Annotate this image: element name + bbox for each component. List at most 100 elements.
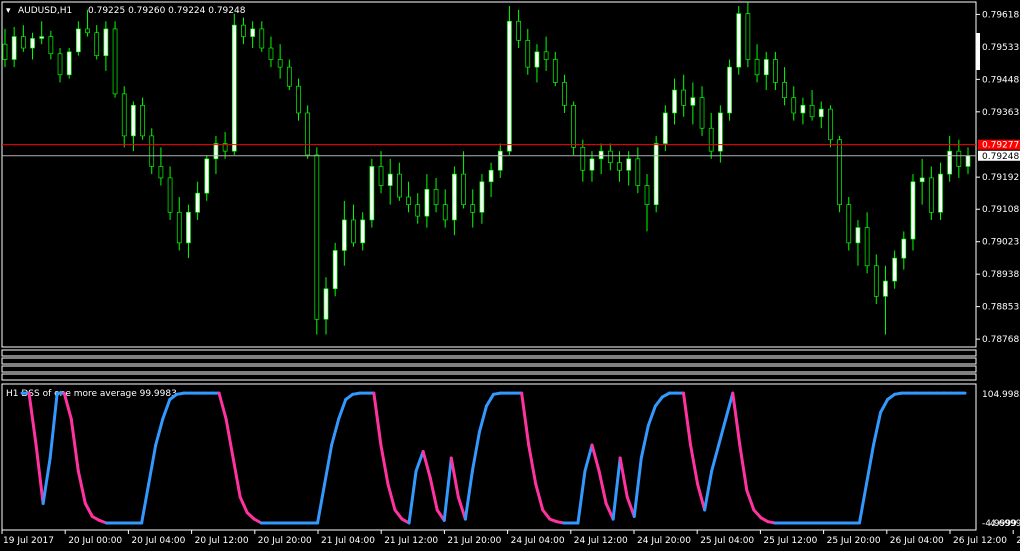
trading-chart[interactable]: ▾ AUDUSD,H1 0.79225 0.79260 0.79224 0.79…: [0, 0, 1020, 551]
time-tick-label: 26 Jul 20:00: [1016, 536, 1020, 546]
candle-body: [782, 82, 787, 99]
dss-segment: [527, 443, 538, 486]
collapsed-subwindow-2[interactable]: [1, 357, 977, 365]
candle-body: [736, 13, 742, 68]
dss-subwindow-frame[interactable]: [1, 383, 977, 531]
candle-body: [846, 204, 852, 244]
candle-body: [103, 28, 109, 57]
dss-axis-mid: 4.6999: [990, 519, 1020, 529]
candle-body: [956, 150, 962, 167]
candle-body: [571, 104, 576, 148]
candle-body: [461, 173, 466, 206]
dss-segment: [632, 456, 643, 518]
candle-body: [800, 104, 806, 114]
dss-segment: [140, 482, 151, 525]
dss-segment: [69, 417, 80, 473]
candle-body: [176, 211, 182, 244]
collapsed-subwindow-3[interactable]: [1, 365, 977, 373]
candle-body: [167, 177, 173, 213]
collapsed-subwindow-4[interactable]: [1, 373, 977, 381]
candle-body: [864, 227, 870, 267]
candle-body: [727, 66, 732, 114]
dss-segment: [541, 508, 552, 521]
time-axis[interactable]: 19 Jul 2017 20 Jul 00:00 20 Jul 04:00 20 Ju…: [1, 530, 1020, 546]
price-tick-label: 0.79108: [982, 205, 1019, 215]
candle-body: [39, 36, 45, 39]
header-arrow-icon[interactable]: ▾: [6, 6, 11, 16]
dss-segment: [689, 443, 700, 486]
candle-body: [580, 146, 586, 171]
time-tick-label: 25 Jul 12:00: [763, 536, 817, 546]
time-tick-label: 20 Jul 20:00: [258, 536, 312, 546]
candle-body: [433, 189, 439, 206]
dss-segment: [337, 398, 348, 421]
candle-body: [48, 36, 54, 55]
candle-body: [543, 51, 549, 60]
candle-body: [552, 59, 558, 83]
dss-segment: [653, 395, 664, 408]
candle-body: [241, 24, 246, 37]
candle-body: [598, 150, 604, 160]
candle-body: [76, 28, 81, 53]
price-tick-label: 0.79023: [982, 238, 1019, 248]
candle-body: [204, 158, 210, 194]
collapsed-subwindow-1[interactable]: [1, 349, 977, 357]
time-tick-label: 20 Jul 12:00: [195, 536, 249, 546]
dss-segment: [618, 456, 629, 499]
dss-segment: [449, 456, 460, 499]
time-tick-label: 21 Jul 04:00: [321, 536, 375, 546]
candle-body: [250, 28, 255, 37]
dss-segment: [857, 482, 868, 525]
candle-body: [195, 192, 200, 213]
candle-body: [479, 181, 485, 213]
candle-body: [828, 108, 833, 141]
candle-body: [360, 219, 366, 244]
candle-body: [681, 89, 687, 106]
candle-body: [121, 93, 127, 137]
price-tick-label: 0.79192: [982, 173, 1019, 183]
dss-segment: [470, 430, 481, 473]
candle-body: [763, 59, 769, 76]
dss-segment: [745, 489, 756, 512]
candle-body: [754, 59, 760, 76]
candle-body: [837, 139, 842, 206]
dss-segment: [421, 450, 432, 479]
candle-body: [149, 135, 155, 167]
price-tick-label: 0.78938: [982, 270, 1019, 280]
price-tick-label: 0.78853: [982, 303, 1019, 313]
dss-segment: [442, 456, 453, 522]
candle-body: [470, 204, 476, 213]
price-axis[interactable]: 0.79618 0.79533 0.79448 0.79363 0.79192 0.791…: [976, 10, 1019, 345]
dss-segment: [752, 508, 763, 520]
candle-body: [314, 154, 320, 320]
dss-segment: [34, 443, 45, 505]
candle-body: [965, 155, 971, 167]
candle-body: [488, 169, 494, 183]
time-tick-label: 24 Jul 20:00: [637, 536, 691, 546]
dss-segment: [738, 443, 749, 492]
dss-segment: [477, 404, 488, 434]
candle-body: [231, 24, 237, 152]
candle-body: [57, 53, 63, 76]
candle-body: [131, 104, 136, 137]
dss-segment: [372, 391, 383, 447]
candle-body: [516, 20, 521, 41]
dss-segment: [590, 443, 601, 473]
candle-body: [286, 66, 292, 87]
time-tick-label: 21 Jul 12:00: [384, 536, 438, 546]
time-tick-label: 24 Jul 04:00: [511, 536, 565, 546]
candle-body: [369, 166, 375, 221]
dss-segment: [879, 398, 890, 414]
candle-body: [415, 204, 421, 217]
candle-body: [186, 211, 191, 244]
candle-body: [644, 185, 650, 206]
dss-segment: [872, 411, 883, 447]
dss-segment: [639, 424, 650, 460]
dss-segment: [154, 417, 165, 447]
dss-segment: [414, 450, 425, 473]
candle-body: [378, 166, 384, 186]
candle-body: [745, 13, 751, 60]
scroll-indicator[interactable]: [976, 33, 980, 70]
candle-body: [883, 280, 888, 297]
candle-body: [268, 47, 274, 60]
